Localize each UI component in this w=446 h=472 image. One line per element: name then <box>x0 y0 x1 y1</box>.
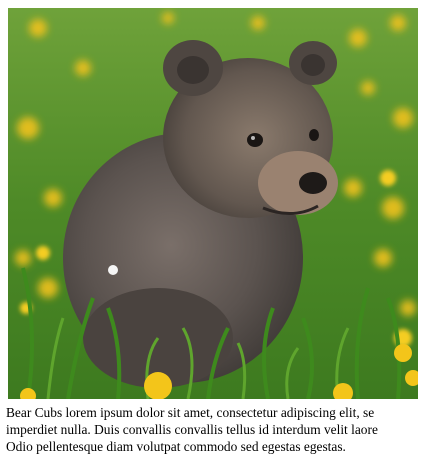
caption-line: imperdiet nulla. Duis convallis convalli… <box>6 422 378 437</box>
bear-cub-image <box>8 8 418 399</box>
page: Bear Cubs lorem ipsum dolor sit amet, co… <box>0 0 446 472</box>
caption-line: Bear Cubs lorem ipsum dolor sit amet, co… <box>6 405 375 420</box>
caption-line: Odio pellentesque diam volutpat commodo … <box>6 439 346 454</box>
caption-text: Bear Cubs lorem ipsum dolor sit amet, co… <box>6 404 446 455</box>
